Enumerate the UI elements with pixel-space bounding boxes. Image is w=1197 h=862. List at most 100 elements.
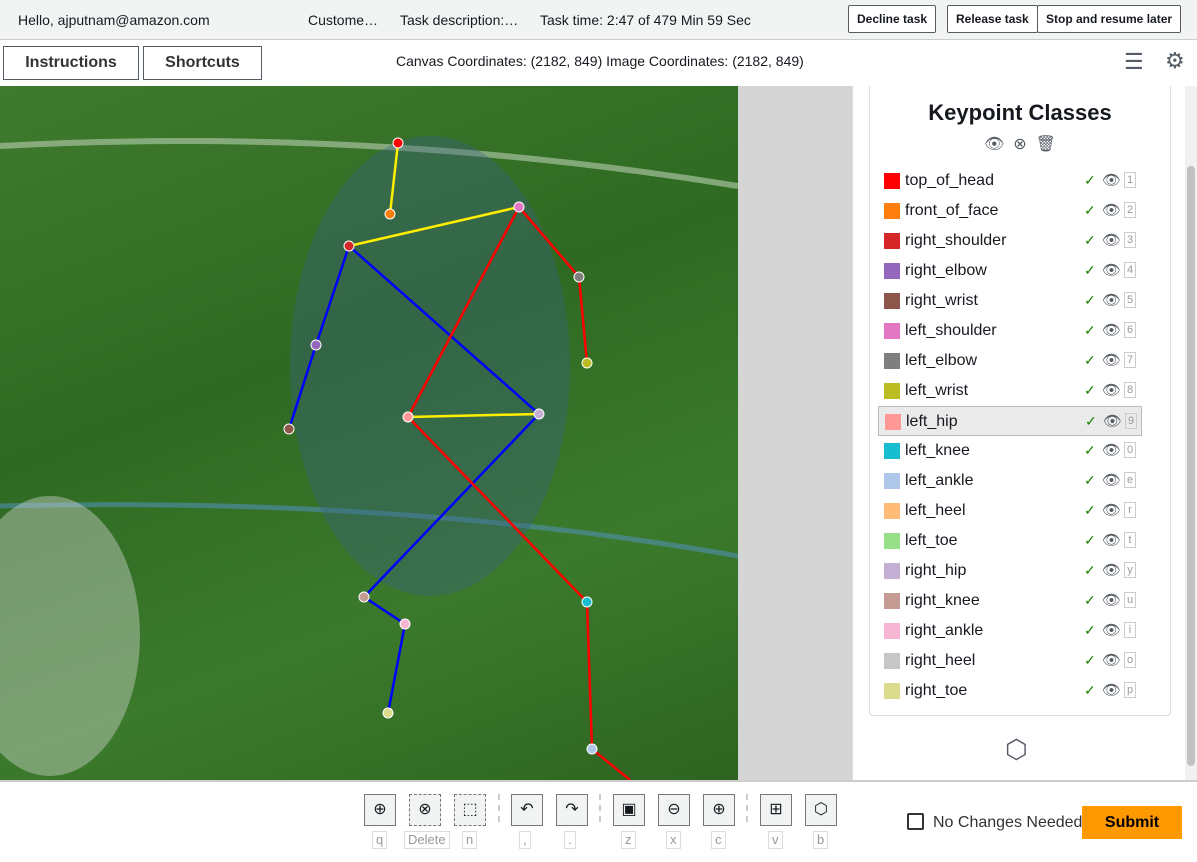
- keypoint-class-front-of-face[interactable]: front_of_face ✓ 👁 2: [878, 196, 1142, 226]
- color-swatch: [884, 593, 900, 609]
- customer-link[interactable]: Custome…: [308, 12, 378, 28]
- eye-icon[interactable]: 👁: [1102, 441, 1121, 459]
- class-label: left_toe: [905, 532, 958, 549]
- class-label: right_knee: [905, 592, 980, 609]
- class-label: left_elbow: [905, 352, 978, 369]
- check-icon: ✓: [1084, 592, 1096, 608]
- color-swatch: [884, 293, 900, 309]
- keypoint-class-left-toe[interactable]: left_toe ✓ 👁 t: [878, 526, 1142, 556]
- eye-icon[interactable]: 👁: [1102, 291, 1121, 309]
- keypoint-class-left-shoulder[interactable]: left_shoulder ✓ 👁 6: [878, 316, 1142, 346]
- shortcut-key: x: [666, 831, 681, 849]
- select-tool-button[interactable]: ⬚: [454, 794, 486, 826]
- submit-button[interactable]: Submit: [1082, 806, 1182, 839]
- class-label: left_shoulder: [905, 322, 997, 339]
- check-icon: ✓: [1084, 322, 1096, 338]
- zoom-in-tool-button[interactable]: ⊕: [703, 794, 735, 826]
- check-icon: ✓: [1084, 262, 1096, 278]
- keypoint-class-left-wrist[interactable]: left_wrist ✓ 👁 8: [878, 376, 1142, 406]
- shortcut-key: 4: [1124, 262, 1136, 278]
- keypoint-class-left-elbow[interactable]: left_elbow ✓ 👁 7: [878, 346, 1142, 376]
- eye-icon[interactable]: 👁: [1102, 351, 1121, 369]
- keypoint-class-right-shoulder[interactable]: right_shoulder ✓ 👁 3: [878, 226, 1142, 256]
- no-changes-label: No Changes Needed: [933, 814, 1083, 831]
- eye-icon[interactable]: 👁: [1102, 201, 1121, 219]
- delete-icon: ⊗: [418, 801, 432, 818]
- color-swatch: [884, 353, 900, 369]
- instructions-button[interactable]: Instructions: [3, 46, 139, 80]
- fit-tool-button[interactable]: ▣: [613, 794, 645, 826]
- eye-icon[interactable]: 👁: [1102, 561, 1121, 579]
- keypoint-class-right-ankle[interactable]: right_ankle ✓ 👁 i: [878, 616, 1142, 646]
- keypoint-class-right-wrist[interactable]: right_wrist ✓ 👁 5: [878, 286, 1142, 316]
- shortcut-key: e: [1124, 472, 1136, 488]
- color-swatch: [884, 383, 900, 399]
- color-swatch: [884, 653, 900, 669]
- canvas-margin: [738, 86, 852, 780]
- shortcut-key: i: [1124, 622, 1136, 638]
- shortcut-key: q: [372, 831, 388, 849]
- keypoint-class-left-knee[interactable]: left_knee ✓ 👁 0: [878, 436, 1142, 466]
- eye-icon[interactable]: 👁: [1102, 591, 1121, 609]
- shortcut-key: 0: [1124, 442, 1136, 458]
- color-swatch: [884, 503, 900, 519]
- keypoint-class-top-of-head[interactable]: top_of_head ✓ 👁 1: [878, 166, 1142, 196]
- check-icon: ✓: [1084, 532, 1096, 548]
- shortcut-key: 1: [1124, 172, 1136, 188]
- decline-task-button[interactable]: Decline task: [848, 5, 937, 33]
- add-box-tool-button[interactable]: ⊞: [760, 794, 792, 826]
- eye-icon[interactable]: 👁: [1102, 171, 1121, 189]
- keypoint-class-left-hip[interactable]: left_hip ✓ 👁 9: [878, 406, 1142, 436]
- eye-icon[interactable]: 👁: [1102, 501, 1121, 519]
- stop-resume-button[interactable]: Stop and resume later: [1037, 5, 1182, 33]
- check-icon: ✓: [1084, 382, 1096, 398]
- class-label: top_of_head: [905, 172, 994, 189]
- add-class-icon[interactable]: ⬡: [1005, 734, 1028, 765]
- trash-icon[interactable]: 🗑: [1036, 136, 1056, 153]
- clear-icon[interactable]: ⊗: [1013, 136, 1026, 153]
- select-icon: ⬚: [462, 801, 478, 818]
- color-swatch: [884, 683, 900, 699]
- add-point-tool-button[interactable]: ⊕: [364, 794, 396, 826]
- top-bar: Hello, ajputnam@amazon.com Custome… Task…: [0, 0, 1197, 40]
- keypoint-class-right-knee[interactable]: right_knee ✓ 👁 u: [878, 586, 1142, 616]
- eye-icon[interactable]: 👁: [1102, 321, 1121, 339]
- check-icon: ✓: [1084, 232, 1096, 248]
- keypoint-class-right-hip[interactable]: right_hip ✓ 👁 y: [878, 556, 1142, 586]
- eye-icon[interactable]: 👁: [1102, 471, 1121, 489]
- eye-icon[interactable]: 👁: [1103, 412, 1122, 430]
- keypoint-class-left-heel[interactable]: left_heel ✓ 👁 r: [878, 496, 1142, 526]
- shortcut-key: 3: [1124, 232, 1136, 248]
- zoom-out-tool-button[interactable]: ⊖: [658, 794, 690, 826]
- menu-icon[interactable]: ☰: [1124, 49, 1144, 75]
- eye-icon[interactable]: 👁: [1102, 531, 1121, 549]
- eye-icon[interactable]: 👁: [1102, 261, 1121, 279]
- delete-tool-button[interactable]: ⊗: [409, 794, 441, 826]
- eye-icon[interactable]: 👁: [984, 136, 1004, 153]
- task-description-link[interactable]: Task description:…: [400, 12, 518, 28]
- check-icon: ✓: [1084, 352, 1096, 368]
- eye-icon[interactable]: 👁: [1102, 381, 1121, 399]
- undo-tool-button[interactable]: ↶: [511, 794, 543, 826]
- class-label: right_ankle: [905, 622, 984, 639]
- keypoint-class-right-toe[interactable]: right_toe ✓ 👁 p: [878, 676, 1142, 706]
- eye-icon[interactable]: 👁: [1102, 231, 1121, 249]
- keypoint-class-right-heel[interactable]: right_heel ✓ 👁 o: [878, 646, 1142, 676]
- shortcut-key: Delete: [404, 831, 450, 849]
- no-changes-checkbox[interactable]: [907, 813, 924, 830]
- keypoint-class-right-elbow[interactable]: right_elbow ✓ 👁 4: [878, 256, 1142, 286]
- eye-icon[interactable]: 👁: [1102, 621, 1121, 639]
- release-task-button[interactable]: Release task: [947, 5, 1038, 33]
- add-polygon-tool-button[interactable]: ⬡: [805, 794, 837, 826]
- eye-icon[interactable]: 👁: [1102, 651, 1121, 669]
- redo-tool-button[interactable]: ↷: [556, 794, 588, 826]
- eye-icon[interactable]: 👁: [1102, 681, 1121, 699]
- annotation-canvas[interactable]: [0, 86, 738, 780]
- check-icon: ✓: [1085, 413, 1097, 429]
- gear-icon[interactable]: ⚙: [1165, 48, 1185, 74]
- check-icon: ✓: [1084, 472, 1096, 488]
- keypoint-class-left-ankle[interactable]: left_ankle ✓ 👁 e: [878, 466, 1142, 496]
- scrollbar[interactable]: [1185, 86, 1197, 780]
- shortcuts-button[interactable]: Shortcuts: [143, 46, 262, 80]
- check-icon: ✓: [1084, 682, 1096, 698]
